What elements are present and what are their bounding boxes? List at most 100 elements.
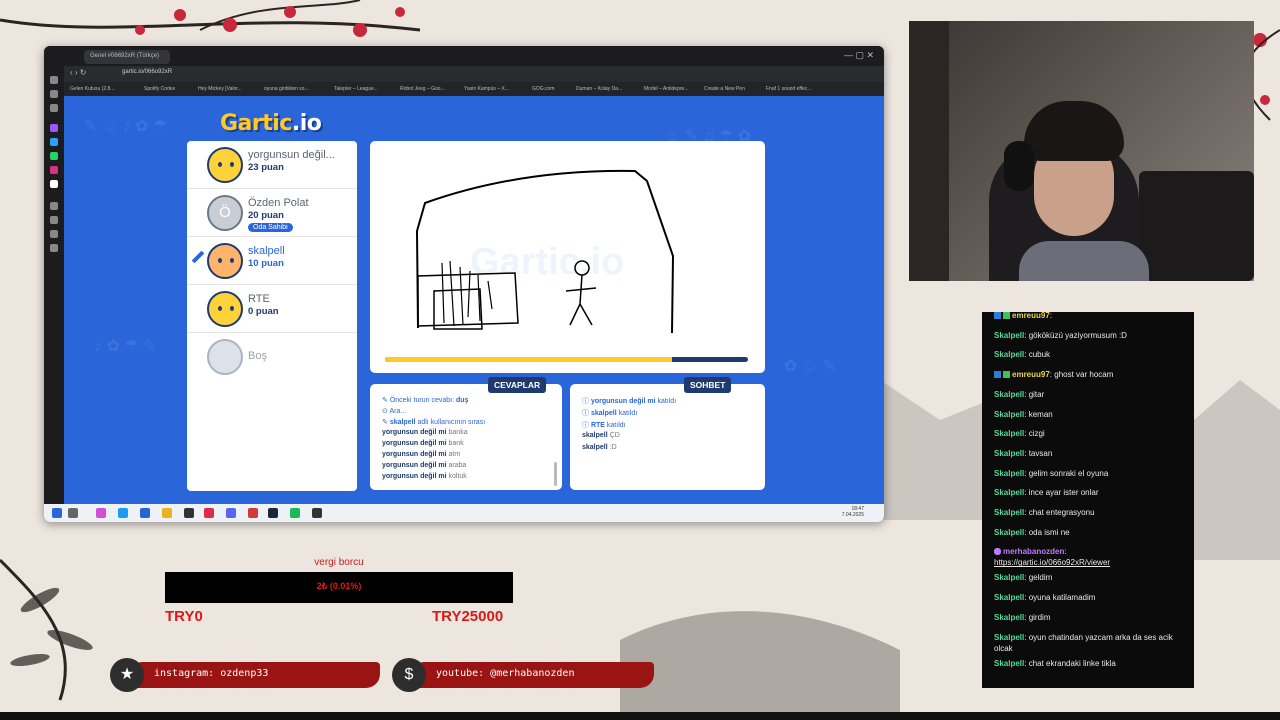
chat-text: ghost var hocam: [1054, 370, 1114, 380]
player-name: RTE: [248, 293, 270, 305]
history-icon[interactable]: [50, 202, 58, 210]
stream-chat-message: Skalpell: tavsan: [994, 448, 1053, 458]
steam-icon[interactable]: [268, 508, 278, 518]
player-avatar: Ö: [207, 195, 243, 231]
search-icon[interactable]: [68, 508, 78, 518]
chat-text: katıldı: [618, 410, 638, 417]
answer-author: yorgunsun değil mi: [382, 440, 447, 447]
messenger-icon[interactable]: [50, 138, 58, 146]
logo-suffix: .io: [291, 111, 322, 136]
windows-start-icon[interactable]: [52, 508, 62, 518]
opera-icon[interactable]: [204, 508, 214, 518]
chat-text: girdim: [1028, 612, 1051, 622]
chat-username[interactable]: Skalpell: [994, 633, 1024, 642]
gartic-logo[interactable]: Gartic.io: [220, 111, 322, 136]
star-icon: ★: [110, 658, 144, 692]
discord-icon[interactable]: [226, 508, 236, 518]
edge-icon[interactable]: [118, 508, 128, 518]
chat-username[interactable]: Skalpell: [994, 350, 1024, 359]
player-card[interactable]: Ö Özden Polat 20 puan Oda Sahibi: [187, 189, 357, 237]
chat-item: ⓘ skalpell katıldı: [582, 408, 637, 418]
webcam-shirt: [1019, 241, 1149, 281]
bag-icon[interactable]: [50, 90, 58, 98]
chat-text: cubuk: [1028, 350, 1051, 360]
player-card[interactable]: yorgunsun değil... 23 puan: [187, 141, 357, 189]
answers-panel: CEVAPLAR ✎ Önceki turun cevabı: duş ⊙ Ara…: [370, 377, 562, 490]
chat-username[interactable]: Skalpell: [994, 659, 1024, 668]
chat-username[interactable]: Skalpell: [994, 429, 1024, 438]
answers-scrollbar[interactable]: [554, 462, 557, 486]
stream-chat-message: merhabanozden: https://gartic.io/066o92x…: [994, 546, 1184, 568]
chat-username[interactable]: Skalpell: [994, 449, 1024, 458]
bookmark-item[interactable]: Talepler – League...: [334, 86, 378, 92]
folder-icon[interactable]: [162, 508, 172, 518]
url-field[interactable]: gartic.io/066o92xR: [122, 69, 172, 75]
taskbar-clock[interactable]: 18:47 7.04.2025: [814, 506, 864, 518]
chat-username[interactable]: Skalpell: [994, 528, 1024, 537]
stream-chat-message: Skalpell: chat entegrasyonu: [994, 508, 1095, 517]
nav-arrows-icon[interactable]: ‹ › ↻: [70, 68, 86, 77]
player-card-empty[interactable]: Boş: [187, 333, 357, 381]
bookmark-item[interactable]: Robot Jeeg – Goo...: [400, 86, 445, 92]
game-chat-panel: SOHBET ⓘ yorgunsun değil mi katıldı ⓘ ska…: [570, 377, 765, 490]
chat-username[interactable]: Skalpell: [994, 573, 1024, 582]
spotify-icon[interactable]: [290, 508, 300, 518]
chat-username[interactable]: Skalpell: [994, 613, 1024, 622]
bookmark-item[interactable]: Model – Antidepre...: [644, 86, 688, 92]
bookmark-item[interactable]: oyuna girdikten so...: [264, 86, 309, 92]
chat-item: ⓘ RTE katıldı: [582, 420, 626, 430]
answers-title: CEVAPLAR: [488, 377, 547, 393]
bookmark-item[interactable]: Hey Mickey [Valor...: [198, 86, 242, 92]
chat-username[interactable]: Skalpell: [994, 469, 1024, 478]
bookmark-item[interactable]: Duman – Kolay Da...: [576, 86, 622, 92]
answer-text: araba: [448, 462, 467, 469]
chat-username[interactable]: emreuu97: [1012, 370, 1050, 379]
chat-username[interactable]: Skalpell: [994, 331, 1024, 340]
instagram-icon[interactable]: [50, 166, 58, 174]
x-icon[interactable]: [50, 180, 58, 188]
stream-chat-message: Skalpell: ince ayar ister onlar: [994, 488, 1099, 498]
answer-text: banka: [448, 429, 468, 436]
player-avatar: [207, 291, 243, 327]
bookmark-item[interactable]: Create a New Pen: [704, 86, 745, 92]
bookmark-icon[interactable]: [50, 104, 58, 112]
player-card[interactable]: skalpell 10 puan: [187, 237, 357, 285]
chat-username[interactable]: Skalpell: [994, 508, 1024, 517]
bookmark-item[interactable]: Spotify Codes: [144, 86, 175, 92]
chat-username[interactable]: Skalpell: [994, 593, 1024, 602]
clock-icon[interactable]: [50, 216, 58, 224]
settings-icon[interactable]: [50, 244, 58, 252]
browser-tab[interactable]: Genel #06692xR (Türkçe): [84, 50, 170, 64]
donation-min: TRY0: [165, 608, 203, 625]
chat-link[interactable]: https://gartic.io/066o92xR/viewer: [994, 557, 1184, 568]
chat-author: skalpell: [582, 444, 608, 451]
twitch-icon[interactable]: [50, 124, 58, 132]
donation-goal-label: vergi borcu: [314, 557, 364, 568]
whatsapp-icon[interactable]: [50, 152, 58, 160]
app-icon[interactable]: [184, 508, 194, 518]
chat-username[interactable]: Skalpell: [994, 488, 1024, 497]
answer-strong: skalpell: [389, 419, 416, 426]
home-icon[interactable]: [50, 76, 58, 84]
badge-icon: [994, 371, 1001, 379]
box-icon[interactable]: [50, 230, 58, 238]
stream-chat-message: emreuu97:: [994, 312, 1184, 321]
app-icon[interactable]: [248, 508, 258, 518]
window-controls-icon[interactable]: — ▢ ✕: [844, 50, 874, 61]
headphones-icon: [1004, 141, 1034, 191]
player-card[interactable]: RTE 0 puan: [187, 285, 357, 333]
chat-username[interactable]: emreuu97: [1012, 312, 1050, 320]
bookmark-item[interactable]: GOG.com: [532, 86, 555, 92]
bookmark-item[interactable]: Yasin Kampüs – X...: [464, 86, 509, 92]
chat-username[interactable]: Skalpell: [994, 410, 1024, 419]
stream-chat-message: Skalpell: gököküzü yaziyormusum :D: [994, 330, 1127, 340]
store-icon[interactable]: [140, 508, 150, 518]
chat-username[interactable]: Skalpell: [994, 390, 1024, 399]
obs-icon[interactable]: [312, 508, 322, 518]
chat-username[interactable]: merhabanozden: [1003, 547, 1064, 556]
bookmark-item[interactable]: Fnaf 1 sound effec...: [766, 86, 812, 92]
bookmark-item[interactable]: Gelen Kutusu (2.8...: [70, 86, 114, 92]
chat-text: gököküzü yaziyormusum :D: [1028, 330, 1127, 340]
drawing-canvas[interactable]: Gartic.io: [370, 141, 765, 373]
copilot-icon[interactable]: [96, 508, 106, 518]
